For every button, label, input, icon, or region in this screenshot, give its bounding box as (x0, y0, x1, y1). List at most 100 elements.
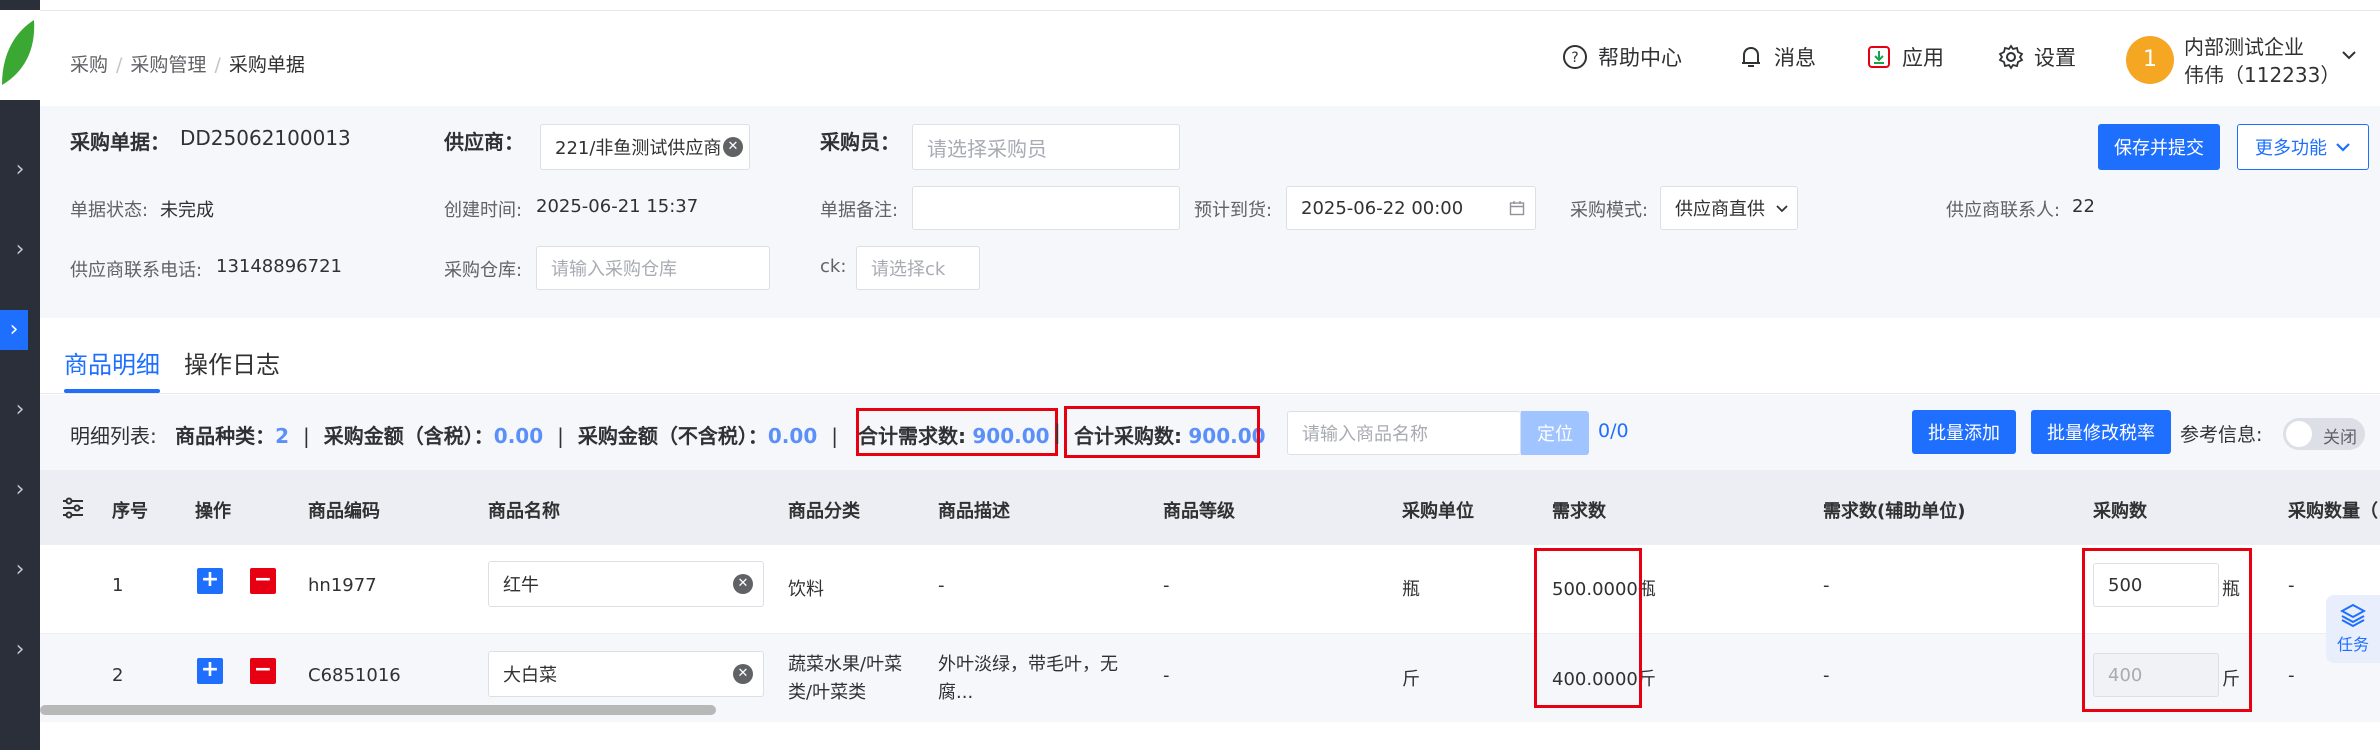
purchase-amount: - (2288, 575, 2295, 596)
buyer-select[interactable]: 请选择采购员 (912, 124, 1180, 170)
sidebar-expand-icon[interactable]: › (0, 630, 40, 670)
highlight-box (856, 408, 1058, 456)
product-search-input[interactable]: 请输入商品名称 (1287, 411, 1521, 455)
apps-label: 应用 (1902, 46, 1944, 70)
warehouse-placeholder: 请输入采购仓库 (551, 259, 677, 280)
product-name-value: 红牛 (503, 575, 539, 596)
clear-icon[interactable]: ✕ (733, 664, 753, 684)
status-label: 单据状态: (70, 200, 149, 221)
settings-button[interactable]: 设置 (1998, 42, 2076, 72)
kinds-value: 2 (275, 424, 290, 448)
top-border (40, 0, 2380, 11)
layers-icon (2339, 603, 2367, 628)
avatar[interactable]: 1 (2126, 36, 2174, 84)
locate-button[interactable]: 定位 (1521, 411, 1589, 455)
supplier-label: 供应商： (444, 130, 524, 154)
product-name-input[interactable]: 红牛 ✕ (488, 561, 764, 607)
summary-stats: 明细列表: 商品种类：2 | 采购金额（含税）：0.00 | 采购金额（不含税）：0.0… (70, 424, 838, 448)
breadcrumb-item[interactable]: 采购 (70, 54, 108, 76)
add-row-button[interactable]: + (197, 568, 223, 594)
logo (0, 10, 40, 100)
messages-label: 消息 (1774, 46, 1816, 70)
batch-add-button[interactable]: 批量添加 (1912, 410, 2016, 454)
sidebar-expand-icon[interactable]: › (0, 390, 40, 430)
ck-placeholder: 请选择ck (871, 259, 946, 280)
ck-select[interactable]: 请选择ck (856, 246, 980, 290)
remove-row-button[interactable]: − (250, 658, 276, 684)
breadcrumb-item[interactable]: 采购管理 (130, 54, 206, 76)
remark-input[interactable] (912, 186, 1180, 230)
column-header: 采购数 (2093, 501, 2147, 522)
product-name-input[interactable]: 大白菜 ✕ (488, 651, 764, 697)
column-header: 采购数量（ (2288, 501, 2378, 522)
eta-value: 2025-06-22 00:00 (1301, 197, 1464, 219)
help-center-button[interactable]: ? 帮助中心 (1562, 42, 1682, 72)
product-grade: - (1163, 575, 1170, 596)
sidebar-expand-icon[interactable]: › (0, 150, 40, 190)
match-counter: 0/0 (1598, 420, 1629, 442)
settings-label: 设置 (2034, 46, 2076, 70)
chevron-down-icon[interactable] (2340, 45, 2358, 69)
product-search-placeholder: 请输入商品名称 (1302, 424, 1428, 445)
ck-label: ck: (820, 256, 847, 277)
download-app-icon (1866, 44, 1892, 70)
clear-icon[interactable]: ✕ (723, 137, 743, 157)
task-float-button[interactable]: 任务 (2326, 595, 2380, 663)
row-index: 2 (112, 665, 124, 686)
eta-date-picker[interactable]: 2025-06-22 00:00 (1286, 186, 1536, 230)
eta-label: 预计到货: (1194, 200, 1273, 221)
sidebar-expand-icon-active[interactable]: › (0, 310, 28, 350)
created-label: 创建时间: (444, 200, 523, 221)
leaf-logo-icon (2, 20, 35, 85)
save-submit-button[interactable]: 保存并提交 (2098, 124, 2220, 170)
question-circle-icon: ? (1562, 44, 1588, 70)
supplier-value: 221/非鱼测试供应商 (555, 138, 722, 159)
help-center-label: 帮助中心 (1598, 46, 1682, 70)
status-value: 未完成 (160, 200, 214, 221)
purchase-unit: 瓶 (1402, 579, 1420, 600)
breadcrumb: 采购 / 采购管理 / 采购单据 (70, 54, 305, 76)
column-settings-icon[interactable] (60, 495, 86, 525)
column-header: 商品描述 (938, 501, 1010, 522)
user-info[interactable]: 内部测试企业 伟伟（112233） (2184, 33, 2340, 89)
warehouse-input[interactable]: 请输入采购仓库 (536, 246, 770, 290)
remark-label: 单据备注: (820, 200, 899, 221)
order-label: 采购单据： (70, 130, 170, 154)
mode-value: 供应商直供 (1675, 199, 1765, 220)
apps-button[interactable]: 应用 (1866, 42, 1944, 72)
supplier-select[interactable]: 221/非鱼测试供应商 ✕ (540, 124, 750, 170)
sidebar-expand-icon[interactable]: › (0, 550, 40, 590)
amount-tax-value: 0.00 (493, 424, 544, 448)
buyer-placeholder: 请选择采购员 (927, 136, 1047, 161)
column-header: 需求数 (1552, 501, 1606, 522)
tab-product-detail[interactable]: 商品明细 (64, 345, 160, 380)
batch-tax-button[interactable]: 批量修改税率 (2031, 410, 2171, 454)
table-row (40, 545, 2380, 634)
remove-row-button[interactable]: − (250, 568, 276, 594)
horizontal-scrollbar[interactable] (40, 705, 716, 715)
toggle-text: 关闭 (2323, 428, 2357, 448)
chevron-down-icon (2336, 143, 2350, 152)
ref-info-toggle[interactable]: 关闭 (2283, 418, 2365, 450)
sidebar-expand-icon[interactable]: › (0, 470, 40, 510)
row-index: 1 (112, 575, 124, 596)
column-header: 商品分类 (788, 501, 860, 522)
calendar-icon (1509, 201, 1525, 216)
phone-value: 13148896721 (216, 256, 342, 277)
tab-operation-log[interactable]: 操作日志 (184, 345, 280, 380)
breadcrumb-current: 采购单据 (228, 54, 305, 76)
sidebar-expand-icon[interactable]: › (0, 230, 40, 270)
mode-select[interactable]: 供应商直供 (1660, 186, 1798, 230)
contact-label: 供应商联系人: (1946, 200, 2061, 221)
product-code: hn1977 (308, 575, 377, 596)
more-functions-button[interactable]: 更多功能 (2237, 124, 2369, 170)
highlight-box (2082, 548, 2252, 712)
mode-label: 采购模式: (1570, 200, 1649, 221)
svg-text:?: ? (1571, 50, 1578, 66)
contact-value: 22 (2072, 196, 2095, 217)
amount-tax-label: 采购金额（含税）： (323, 424, 494, 448)
add-row-button[interactable]: + (197, 658, 223, 684)
messages-button[interactable]: 消息 (1738, 42, 1816, 72)
clear-icon[interactable]: ✕ (733, 574, 753, 594)
pipe-divider: | (1054, 420, 1061, 444)
